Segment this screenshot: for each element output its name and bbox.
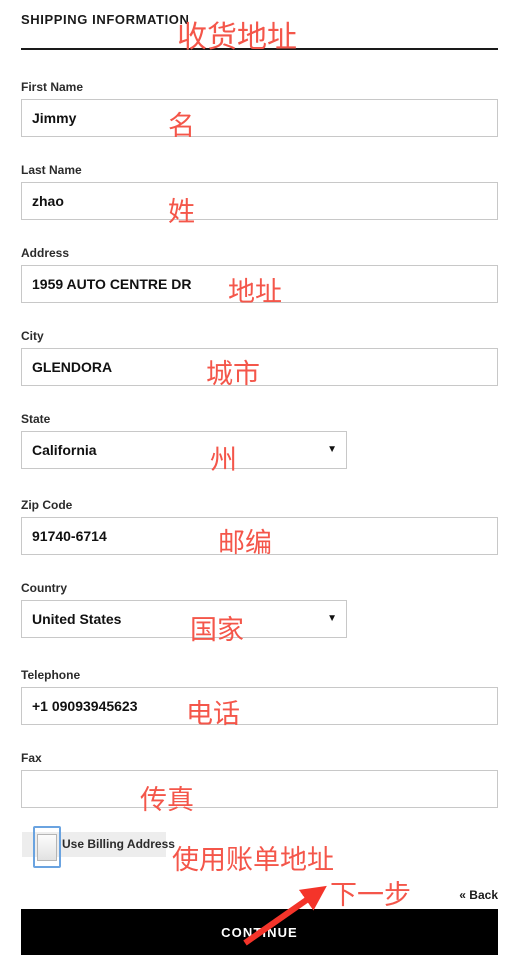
field-label: State: [21, 412, 51, 426]
select-value: United States: [32, 611, 122, 627]
use-billing-address-label: Use Billing Address: [62, 837, 175, 851]
state-select[interactable]: California ▼: [21, 431, 347, 469]
field-zip-code: Zip Code 91740-6714: [21, 498, 498, 555]
fax-input[interactable]: [21, 770, 498, 808]
field-label: First Name: [21, 80, 84, 94]
use-billing-address-checkbox[interactable]: [37, 834, 57, 861]
annotation-text: 下一步: [330, 880, 411, 911]
page-title: SHIPPING INFORMATION: [21, 12, 190, 27]
field-last-name: Last Name zhao: [21, 163, 498, 220]
zip-code-input[interactable]: 91740-6714: [21, 517, 498, 555]
field-label: City: [21, 329, 44, 343]
city-input[interactable]: GLENDORA: [21, 348, 498, 386]
country-select[interactable]: United States ▼: [21, 600, 347, 638]
field-city: City GLENDORA: [21, 329, 498, 386]
last-name-input[interactable]: zhao: [21, 182, 498, 220]
select-value: California: [32, 442, 97, 458]
chevron-down-icon: ▼: [327, 613, 337, 624]
field-label: Last Name: [21, 163, 82, 177]
field-country: Country United States ▼: [21, 581, 347, 638]
chevron-down-icon: ▼: [327, 444, 337, 455]
field-first-name: First Name Jimmy: [21, 80, 498, 137]
field-label: Zip Code: [21, 498, 73, 512]
continue-button[interactable]: CONTINUE: [21, 909, 498, 955]
field-label: Address: [21, 246, 70, 260]
first-name-input[interactable]: Jimmy: [21, 99, 498, 137]
telephone-input[interactable]: +1 09093945623: [21, 687, 498, 725]
field-fax: Fax: [21, 751, 498, 808]
annotation-text: 使用账单地址: [172, 845, 334, 876]
annotation-arrow-overlay: [243, 885, 327, 946]
address-input[interactable]: 1959 AUTO CENTRE DR: [21, 265, 498, 303]
field-label: Country: [21, 581, 67, 595]
field-address: Address 1959 AUTO CENTRE DR: [21, 246, 498, 303]
field-state: State California ▼: [21, 412, 347, 469]
field-label: Telephone: [21, 668, 81, 682]
back-link[interactable]: « Back: [459, 888, 498, 902]
field-label: Fax: [21, 751, 42, 765]
continue-button-label: CONTINUE: [221, 924, 298, 940]
field-telephone: Telephone +1 09093945623: [21, 668, 498, 725]
header-divider: [21, 48, 498, 50]
